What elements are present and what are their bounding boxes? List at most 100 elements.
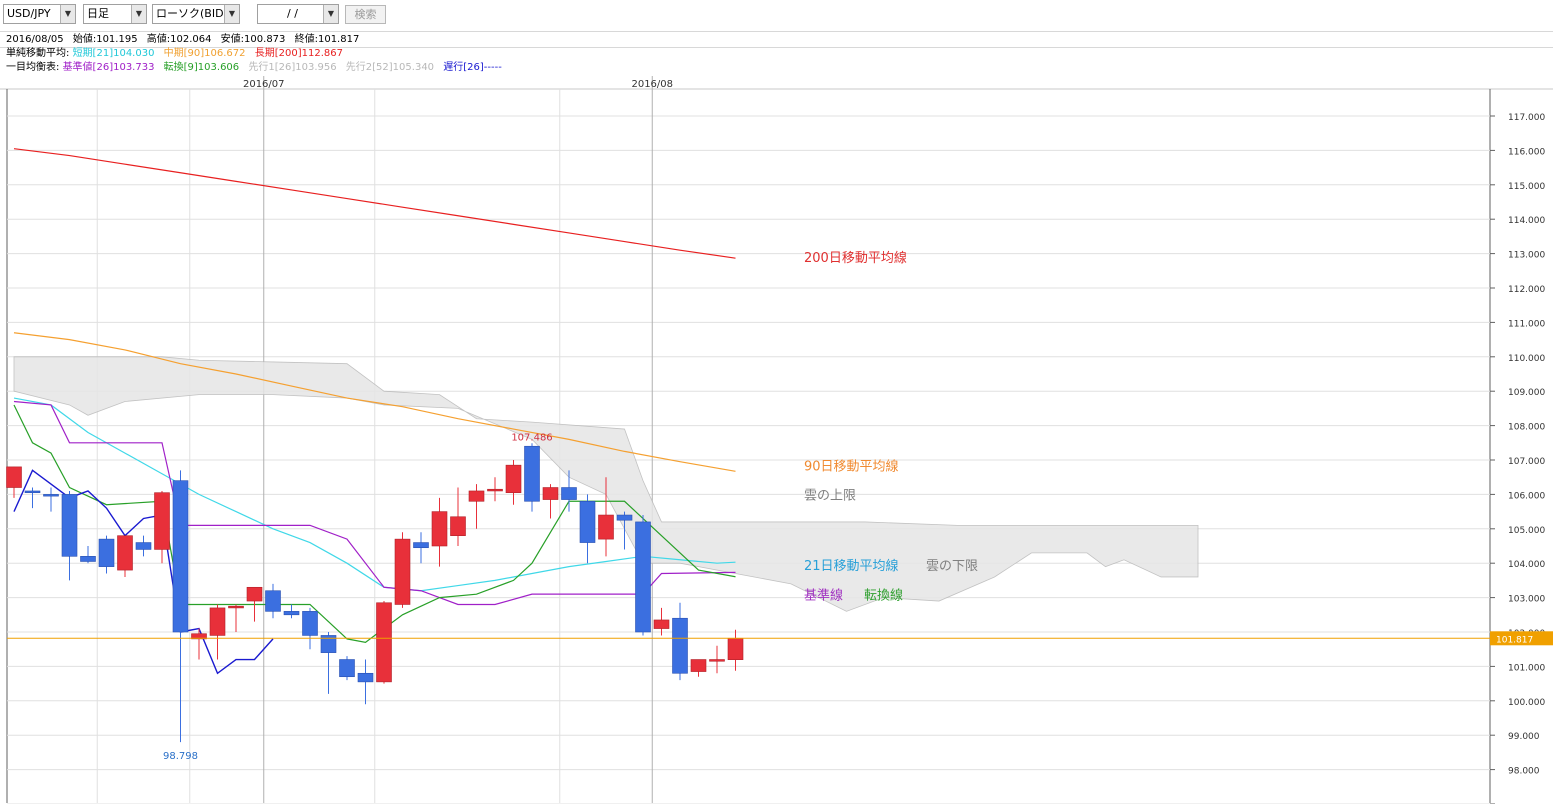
x-tick-label: 2016/08	[631, 79, 673, 90]
y-tick-label: 104.000	[1508, 560, 1545, 570]
candle-down	[413, 542, 429, 549]
close-value: 101.817	[317, 34, 360, 45]
candle-down	[80, 556, 96, 562]
high-label: 高値:	[146, 34, 171, 45]
candle-up	[468, 490, 485, 502]
kijun-callout: 基準線	[804, 587, 843, 603]
ichimoku-span2: 先行2[52]105.340	[345, 62, 435, 73]
sma-mid: 中期[90]106.672	[163, 48, 246, 59]
candle-up	[431, 511, 448, 547]
ichimoku-kijun: 基準値[26]103.733	[62, 62, 155, 73]
candle-down	[579, 500, 596, 543]
candle-down	[43, 494, 59, 497]
chevron-down-icon[interactable]: ▼	[224, 5, 239, 23]
candle-up	[376, 602, 392, 683]
candle-down	[283, 611, 300, 616]
period-select[interactable]: 日足 ▼	[83, 4, 147, 24]
y-tick-label: 101.000	[1508, 663, 1545, 673]
chart-type-select[interactable]: ローソク(BID) ▼	[152, 4, 240, 24]
kumo-upper-callout: 雲の上限	[804, 489, 856, 504]
ohlc-info-row: 2016/08/05 始値:101.195 高値:102.064 安値:100.…	[6, 34, 365, 46]
y-tick-label: 106.000	[1508, 491, 1545, 501]
sma-title: 単純移動平均:	[6, 48, 70, 59]
candle-up	[598, 514, 614, 540]
candle-down	[135, 542, 152, 550]
candle-down	[357, 672, 374, 683]
x-tick-label: 2016/07	[243, 79, 285, 90]
candle-down	[561, 487, 577, 500]
sma21-callout: 21日移動平均線	[804, 558, 899, 574]
candle-up	[505, 464, 522, 493]
candle-down	[616, 514, 633, 521]
pair-select-value: USD/JPY	[7, 7, 51, 20]
close-label: 終値:	[294, 34, 318, 45]
chevron-down-icon[interactable]: ▼	[60, 5, 75, 23]
candle-down	[339, 659, 355, 678]
sma200-callout: 200日移動平均線	[804, 250, 907, 266]
ichimoku-chikou: 遅行[26]-----	[443, 62, 502, 73]
chart-type-select-value: ローソク(BID)	[156, 7, 228, 20]
candle-up	[6, 466, 22, 488]
candle-down	[635, 521, 651, 633]
y-tick-label: 98.000	[1508, 767, 1540, 777]
candle-down	[672, 617, 688, 674]
sma-info-row: 単純移動平均: 短期[21]104.030 中期[90]106.672 長期[2…	[6, 48, 349, 60]
price-chart[interactable]: 117.000 116.000 115.000 114.000 113.000 112.0…	[0, 76, 1553, 804]
candle-up	[487, 488, 503, 492]
candle-up	[154, 492, 170, 550]
candle-up	[228, 605, 244, 609]
candle-up	[709, 659, 725, 662]
calendar-dropdown-icon[interactable]: ▼	[323, 5, 338, 23]
candle-up	[246, 586, 263, 602]
ichimoku-span1: 先行1[26]103.956	[248, 62, 337, 73]
candle-down	[172, 480, 189, 633]
pair-select[interactable]: USD/JPY ▼	[3, 4, 76, 24]
open-label: 始値:	[72, 34, 97, 45]
max-price-label: 107.486	[511, 432, 552, 443]
x-axis-strip	[0, 76, 1553, 89]
y-tick-label: 103.000	[1508, 595, 1545, 605]
y-tick-label: 116.000	[1508, 147, 1545, 157]
y-tick-label: 117.000	[1508, 113, 1545, 123]
candle-up	[209, 607, 226, 636]
search-button[interactable]: 検索	[345, 5, 386, 24]
open-value: 101.195	[96, 34, 138, 45]
tenkan-callout: 転換線	[864, 587, 903, 603]
ichimoku-title: 一目均衡表:	[6, 62, 60, 73]
info-date: 2016/08/05	[6, 34, 64, 45]
divider	[0, 31, 1553, 32]
y-tick-label: 112.000	[1508, 285, 1545, 295]
sma-long: 長期[200]112.867	[254, 48, 343, 59]
candle-up	[727, 637, 744, 660]
y-tick-label: 105.000	[1508, 526, 1545, 536]
min-price-label: 98.798	[163, 751, 198, 762]
y-tick-label: 111.000	[1508, 319, 1545, 329]
ichimoku-info-row: 一目均衡表: 基準値[26]103.733 転換[9]103.606 先行1[2…	[6, 62, 508, 74]
y-tick-label: 109.000	[1508, 388, 1545, 398]
candle-up	[653, 619, 670, 629]
candle-up	[542, 487, 559, 500]
date-input[interactable]: / / ▼	[257, 4, 339, 24]
period-select-value: 日足	[87, 7, 109, 20]
candle-down	[265, 590, 281, 612]
candle-down	[524, 445, 540, 502]
high-value: 102.064	[170, 34, 212, 45]
y-tick-label: 100.000	[1508, 698, 1545, 708]
chevron-down-icon[interactable]: ▼	[131, 5, 146, 23]
y-tick-label: 110.000	[1508, 354, 1545, 364]
chikou-line	[13, 469, 274, 675]
candle-down	[302, 611, 318, 636]
candle-up	[450, 516, 466, 536]
kumo-lower-callout: 雲の下限	[926, 559, 978, 574]
date-input-value: / /	[287, 7, 298, 20]
y-tick-label: 114.000	[1508, 216, 1545, 226]
sma90-callout: 90日移動平均線	[804, 458, 899, 474]
y-tick-label: 108.000	[1508, 423, 1545, 433]
candle-down	[24, 490, 41, 493]
candle-down	[98, 538, 115, 567]
toolbar: USD/JPY ▼ 日足 ▼ ローソク(BID) ▼ / / ▼ 検索	[0, 0, 1553, 30]
y-tick-label: 99.000	[1508, 732, 1540, 742]
y-tick-label: 115.000	[1508, 182, 1545, 192]
y-tick-label: 113.000	[1508, 251, 1545, 261]
ichimoku-tenkan: 転換[9]103.606	[163, 62, 240, 73]
